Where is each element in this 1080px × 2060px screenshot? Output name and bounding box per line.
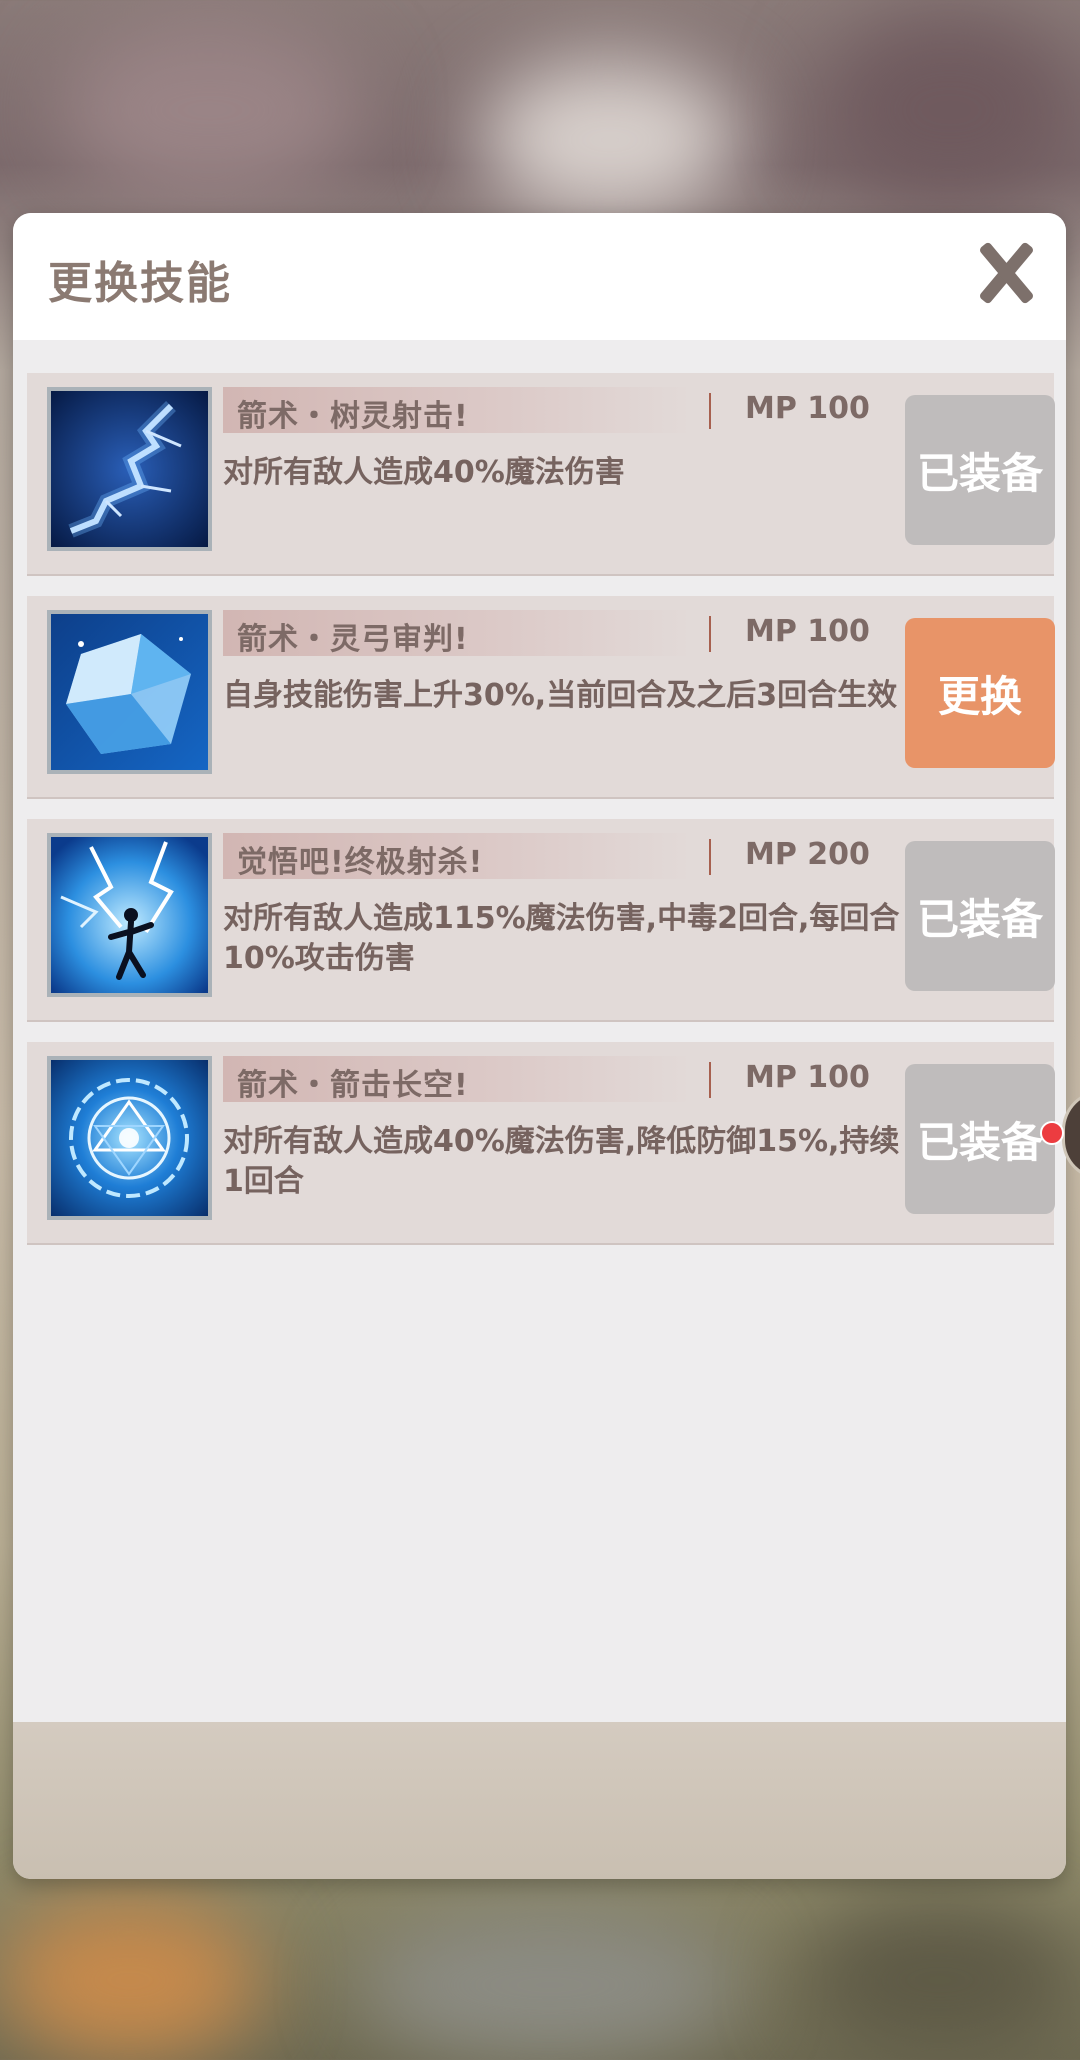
dialog-header: 更换技能 <box>13 213 1066 340</box>
equipped-button[interactable]: 已装备 <box>905 395 1055 545</box>
background-blur <box>360 1910 740 2060</box>
background-blur <box>0 1900 260 2060</box>
skill-icon-frame <box>47 833 212 997</box>
skill-row: 箭术・树灵射击! MP 100 对所有敌人造成40%魔法伤害 已装备 <box>27 373 1055 576</box>
background-blur <box>60 20 360 200</box>
dialog-title: 更换技能 <box>48 258 232 309</box>
lightning-bolt-icon <box>51 391 208 547</box>
skill-list: 箭术・树灵射击! MP 100 对所有敌人造成40%魔法伤害 已装备 箭术・灵弓… <box>27 373 1055 1265</box>
mp-cost: MP 100 <box>745 614 870 649</box>
divider <box>709 1062 711 1098</box>
skill-icon-frame <box>47 387 212 551</box>
close-icon[interactable] <box>974 241 1036 303</box>
mp-cost: MP 100 <box>745 1060 870 1095</box>
skill-name-bar: 箭术・树灵射击! <box>223 387 693 434</box>
skill-row: 箭术・灵弓审判! MP 100 自身技能伤害上升30%,当前回合及之后3回合生效… <box>27 596 1055 799</box>
replace-button[interactable]: 更换 <box>905 618 1055 768</box>
skill-name-bar: 箭术・灵弓审判! <box>223 610 693 657</box>
skill-description: 对所有敌人造成40%魔法伤害 <box>223 455 625 490</box>
change-skill-dialog: 更换技能 箭术・树灵射击! MP 100 对所有敌人造成40%魔法伤害 已装备 … <box>13 213 1066 1879</box>
skill-name: 箭术・灵弓审判! <box>237 622 469 657</box>
lightning-figure-icon <box>51 837 208 993</box>
skill-name: 箭术・箭击长空! <box>237 1068 469 1103</box>
divider <box>709 393 711 429</box>
skill-name-bar: 箭术・箭击长空! <box>223 1056 693 1103</box>
skill-icon-frame <box>47 610 212 774</box>
skill-row: 箭术・箭击长空! MP 100 对所有敌人造成40%魔法伤害,降低防御15%,持… <box>27 1042 1055 1245</box>
skill-name: 箭术・树灵射击! <box>237 399 469 434</box>
ice-crystal-icon <box>51 614 208 770</box>
dialog-footer <box>13 1722 1066 1879</box>
skill-description: 对所有敌人造成40%魔法伤害,降低防御15%,持续1回合 <box>223 1124 900 1199</box>
divider <box>709 616 711 652</box>
background-blur <box>480 60 740 220</box>
background-blur <box>820 10 1080 210</box>
divider <box>709 839 711 875</box>
equipped-button[interactable]: 已装备 <box>905 841 1055 991</box>
skill-name: 觉悟吧!终极射杀! <box>237 845 484 880</box>
skill-description: 对所有敌人造成115%魔法伤害,中毒2回合,每回合10%攻击伤害 <box>223 901 900 976</box>
skill-icon-frame <box>47 1056 212 1220</box>
skill-description: 自身技能伤害上升30%,当前回合及之后3回合生效 <box>223 678 898 713</box>
skill-row: 觉悟吧!终极射杀! MP 200 对所有敌人造成115%魔法伤害,中毒2回合,每… <box>27 819 1055 1022</box>
skill-name-bar: 觉悟吧!终极射杀! <box>223 833 693 880</box>
mp-cost: MP 100 <box>745 391 870 426</box>
notification-dot <box>1040 1121 1064 1145</box>
rune-circle-icon <box>51 1060 208 1216</box>
equipped-button[interactable]: 已装备 <box>905 1064 1055 1214</box>
background-blur <box>800 1900 1080 2060</box>
mp-cost: MP 200 <box>745 837 870 872</box>
